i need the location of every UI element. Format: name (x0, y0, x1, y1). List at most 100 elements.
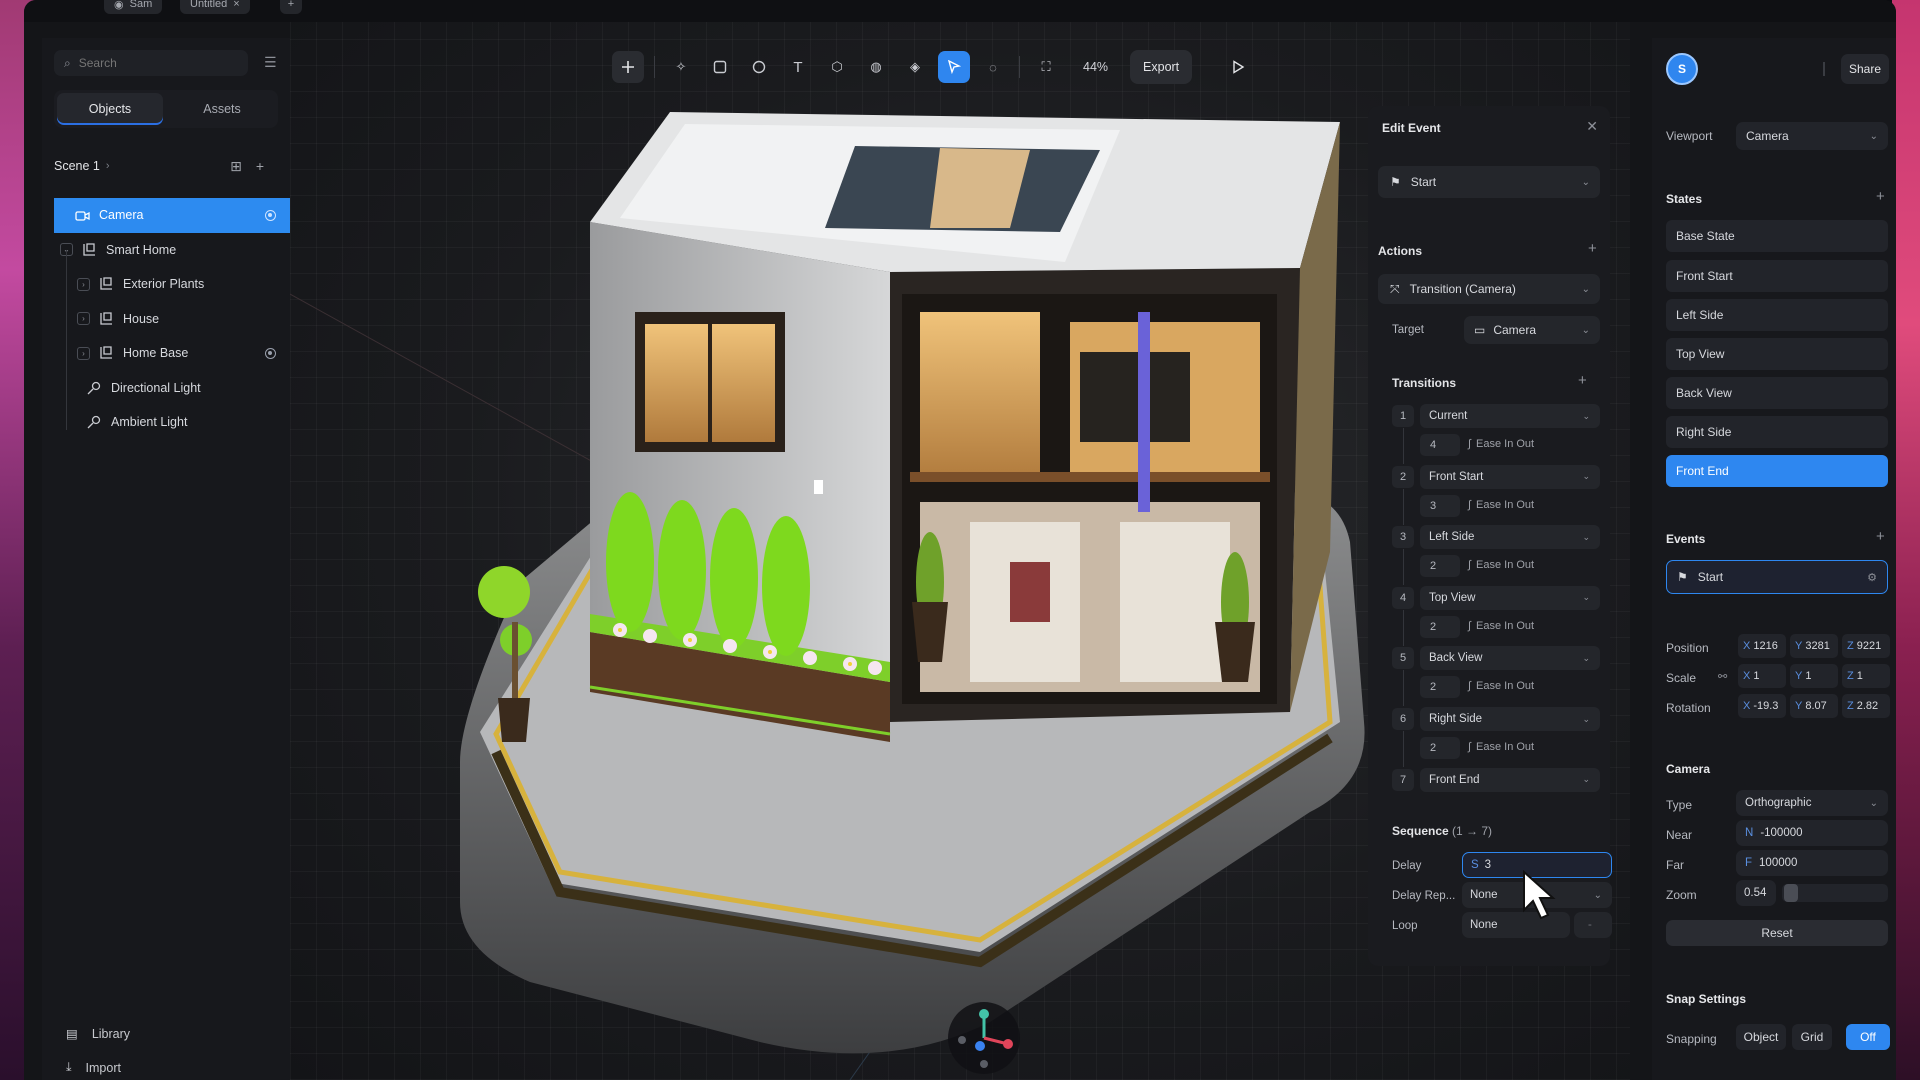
transition-state-select[interactable]: Front Start ⌄ (1420, 464, 1600, 489)
add-event-icon[interactable]: + (1876, 528, 1885, 545)
add-button[interactable] (612, 51, 644, 83)
snap-object-button[interactable]: Object (1736, 1024, 1786, 1050)
tree-item-house[interactable]: › House (54, 302, 290, 337)
ellipse-tool-button[interactable] (743, 51, 775, 83)
new-tab-button[interactable]: + (280, 0, 302, 14)
transition-duration-input[interactable]: 2 (1420, 615, 1460, 638)
transition-easing-select[interactable]: ∫ Ease In Out (1468, 680, 1534, 692)
rectangle-tool-button[interactable] (704, 51, 736, 83)
expand-icon[interactable]: › (77, 277, 90, 291)
transition-easing-select[interactable]: ∫ Ease In Out (1468, 499, 1534, 511)
scale-z-input[interactable]: Z1 (1842, 664, 1890, 688)
frame-tool-button[interactable]: ⛶ (1030, 51, 1062, 83)
tree-item-exterior-plants[interactable]: › Exterior Plants (54, 267, 290, 302)
transition-duration-input[interactable]: 3 (1420, 494, 1460, 517)
transition-duration-input[interactable]: 2 (1420, 676, 1460, 699)
comment-tool-button[interactable]: ◌ (977, 51, 1009, 83)
action-select[interactable]: ⤧ Transition (Camera) ⌄ (1378, 274, 1600, 304)
library-button[interactable]: ▤ Library (66, 1026, 130, 1042)
transition-duration-input[interactable]: 2 (1420, 555, 1460, 578)
transition-state-select[interactable]: Right Side ⌄ (1420, 707, 1600, 731)
transition-easing-select[interactable]: ∫ Ease In Out (1468, 741, 1534, 753)
transition-state-select[interactable]: Left Side ⌄ (1420, 525, 1600, 550)
rotation-y-input[interactable]: Y 8.07 (1790, 694, 1838, 718)
scale-x-input[interactable]: X1 (1738, 664, 1786, 688)
target-select[interactable]: ▭ Camera ⌄ (1464, 316, 1600, 344)
position-z-input[interactable]: Z 9221 (1842, 634, 1890, 658)
menu-icon[interactable]: ☰ (264, 54, 280, 70)
transition-state-select[interactable]: Back View ⌄ (1420, 646, 1600, 671)
position-y-input[interactable]: Y 3281 (1790, 634, 1838, 658)
loop-count-input[interactable]: - (1574, 912, 1612, 938)
file-tab[interactable]: Untitled × (180, 0, 250, 14)
visibility-icon[interactable] (265, 209, 276, 221)
transition-state-select[interactable]: Current ⌄ (1420, 404, 1600, 428)
transition-easing-select[interactable]: ∫ Ease In Out (1468, 559, 1534, 571)
rotation-x-input[interactable]: X -19.3 (1738, 694, 1786, 718)
avatar[interactable]: S (1666, 53, 1698, 85)
viewport-select[interactable]: Camera ⌄ (1736, 122, 1888, 150)
expand-icon[interactable]: › (77, 346, 90, 360)
zoom-input[interactable]: 0.54 (1736, 880, 1776, 906)
tree-item-smart-home[interactable]: ⌄ Smart Home (54, 233, 290, 268)
share-button[interactable]: Share (1841, 54, 1889, 84)
tab-objects[interactable]: Objects (57, 93, 163, 125)
transition-state-select[interactable]: Front End ⌄ (1420, 767, 1600, 792)
state-left-side[interactable]: Left Side (1666, 299, 1888, 331)
event-trigger-select[interactable]: ⚑ Start ⌄ (1378, 166, 1600, 198)
grid-icon[interactable]: ⊞ (230, 158, 242, 175)
transition-easing-select[interactable]: ∫ Ease In Out (1468, 620, 1534, 632)
cube-tool-button[interactable]: ⬡ (821, 51, 853, 83)
transition-state-select[interactable]: Top View ⌄ (1420, 585, 1600, 610)
state-front-end[interactable]: Front End (1666, 455, 1888, 487)
state-back-view[interactable]: Back View (1666, 377, 1888, 409)
reset-button[interactable]: Reset (1666, 920, 1888, 946)
close-icon[interactable]: × (233, 0, 239, 10)
event-item-start[interactable]: ⚑ Start ⚙ (1666, 560, 1888, 594)
expand-icon[interactable]: › (77, 312, 90, 326)
add-transition-icon[interactable]: + (1578, 372, 1587, 389)
zoom-slider-handle[interactable] (1784, 884, 1798, 902)
play-button[interactable] (1222, 51, 1254, 83)
transition-duration-input[interactable]: 2 (1420, 737, 1460, 759)
state-front-start[interactable]: Front Start (1666, 260, 1888, 292)
settings-icon[interactable]: ⚙ (1867, 571, 1877, 584)
tree-item-directional-light[interactable]: Directional Light (54, 371, 290, 406)
select-tool-button[interactable] (938, 51, 970, 83)
far-input[interactable]: F 100000 (1736, 850, 1888, 876)
state-top-view[interactable]: Top View (1666, 338, 1888, 370)
add-action-icon[interactable]: + (1588, 240, 1597, 257)
user-chip[interactable]: ◉ Sam (104, 0, 163, 14)
tab-assets[interactable]: Assets (169, 93, 275, 125)
search-input[interactable] (78, 56, 219, 70)
snap-off-button[interactable]: Off (1846, 1024, 1890, 1050)
material-tool-button[interactable]: ◈ (899, 51, 931, 83)
rotation-z-input[interactable]: Z 2.82 (1842, 694, 1890, 718)
transition-duration-input[interactable]: 4 (1420, 434, 1460, 456)
sphere-tool-button[interactable]: ◍ (860, 51, 892, 83)
tree-item-camera[interactable]: Camera (54, 198, 290, 233)
near-input[interactable]: N -100000 (1736, 820, 1888, 846)
import-button[interactable]: ⤓ Import (66, 1060, 121, 1075)
state-right-side[interactable]: Right Side (1666, 416, 1888, 448)
text-tool-button[interactable]: T (782, 51, 814, 83)
scene-selector[interactable]: Scene 1 › ⊞ + (54, 156, 278, 176)
state-base-state[interactable]: Base State (1666, 220, 1888, 252)
search-box[interactable]: ⌕ (54, 50, 248, 76)
lock-icon[interactable]: ⚯ (1718, 670, 1727, 683)
ai-sparkle-button[interactable]: ✧ (665, 51, 697, 83)
camera-type-select[interactable]: Orthographic ⌄ (1736, 790, 1888, 816)
zoom-level[interactable]: 44% (1083, 60, 1108, 74)
zoom-slider[interactable] (1782, 884, 1888, 902)
export-button[interactable]: Export (1130, 50, 1193, 84)
plus-icon[interactable]: + (256, 158, 264, 175)
position-x-input[interactable]: X 1216 (1738, 634, 1786, 658)
close-icon[interactable]: ✕ (1586, 118, 1598, 135)
scale-y-input[interactable]: Y1 (1790, 664, 1838, 688)
transition-easing-select[interactable]: ∫ Ease In Out (1468, 438, 1534, 450)
tree-item-home-base[interactable]: › Home Base (54, 336, 290, 371)
snap-grid-button[interactable]: Grid (1792, 1024, 1832, 1050)
tree-item-ambient-light[interactable]: Ambient Light (54, 405, 290, 440)
add-state-icon[interactable]: + (1876, 188, 1885, 205)
visibility-icon[interactable] (265, 347, 276, 359)
